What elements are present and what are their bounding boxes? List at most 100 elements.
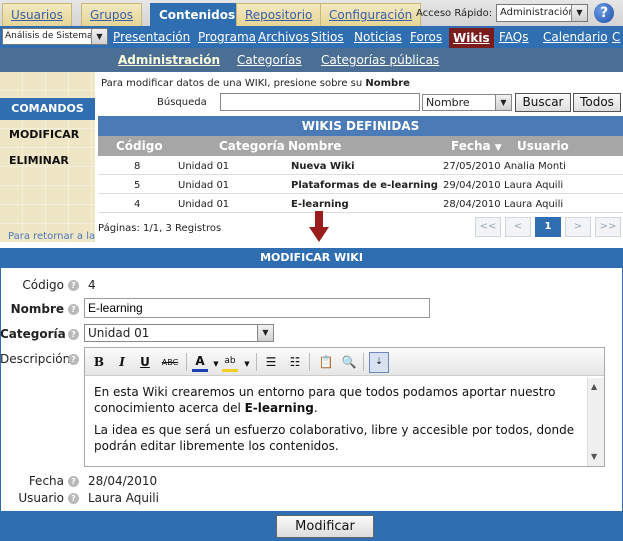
description-text: En esta Wiki crearemos un entorno para q…: [94, 385, 556, 415]
col-codigo[interactable]: Código: [116, 139, 163, 153]
fecha-label: Fecha: [28, 474, 64, 488]
source-icon[interactable]: ⇣: [369, 352, 389, 373]
page-first-button[interactable]: <<: [475, 217, 501, 237]
nav-noticias[interactable]: Noticias: [354, 30, 402, 44]
search-label: Búsqueda: [157, 97, 207, 108]
italic-icon[interactable]: I: [114, 355, 130, 369]
row-fecha: 28/04/2010: [443, 199, 501, 210]
nav-archivos[interactable]: Archivos: [258, 30, 309, 44]
font-color-icon[interactable]: A: [192, 355, 208, 372]
subnav-administracion[interactable]: Administración: [118, 53, 220, 67]
subnav-categorias[interactable]: Categorías: [237, 53, 302, 67]
subsection-nav-bar: [0, 48, 623, 72]
row-nombre-link[interactable]: Nueva Wiki: [291, 161, 355, 172]
underline-icon[interactable]: U: [137, 355, 153, 369]
paste-icon[interactable]: 📋: [318, 355, 334, 369]
description-paragraph: En esta Wiki crearemos un entorno para q…: [94, 384, 589, 416]
tab-repositorio[interactable]: Repositorio: [236, 3, 322, 26]
toolbar-separator: [256, 353, 257, 371]
nombre-input[interactable]: [84, 298, 430, 318]
help-icon[interactable]: ?: [68, 354, 79, 365]
help-icon[interactable]: ?: [68, 304, 79, 315]
quick-access-select[interactable]: Administración ▼: [496, 4, 588, 22]
toolbar-separator: [186, 353, 187, 371]
col-categoria[interactable]: Categoría: [219, 139, 285, 153]
codigo-value: 4: [88, 278, 96, 292]
page-next-button[interactable]: >: [565, 217, 591, 237]
page-prev-button[interactable]: <: [505, 217, 531, 237]
search-button[interactable]: Buscar: [515, 93, 571, 112]
row-usuario: Laura Aquili: [504, 199, 564, 210]
bold-icon[interactable]: B: [91, 355, 107, 369]
nav-programa[interactable]: Programa: [198, 30, 256, 44]
search-field-value: Nombre: [426, 96, 470, 109]
editor-scrollbar[interactable]: ▲ ▼: [587, 378, 604, 466]
command-eliminar[interactable]: ELIMINAR: [9, 154, 69, 167]
search-field-select[interactable]: Nombre ▼: [422, 94, 512, 111]
app-window: Usuarios Grupos Contenidos Repositorio C…: [0, 0, 623, 541]
help-icon[interactable]: ?: [68, 280, 79, 291]
red-down-arrow-icon: [309, 211, 329, 242]
quick-access-label: Acceso Rápido:: [416, 8, 493, 19]
modify-button[interactable]: Modificar: [276, 515, 374, 538]
help-icon[interactable]: ?: [594, 3, 614, 23]
nav-presentacion[interactable]: Presentación: [113, 30, 190, 44]
return-link[interactable]: Para retornar a la: [8, 231, 95, 242]
chevron-down-icon[interactable]: ▼: [239, 360, 255, 368]
categoria-select[interactable]: Unidad 01 ▼: [84, 324, 274, 342]
modify-wiki-heading: MODIFICAR WIKI: [0, 248, 623, 268]
toolbar-separator: [363, 353, 364, 371]
description-text: .: [313, 401, 318, 415]
row-categoria: Unidad 01: [178, 161, 230, 172]
find-icon[interactable]: 🔍: [341, 355, 357, 369]
site-select-value: Análisis de Sistemas: [5, 31, 98, 41]
tab-configuracion[interactable]: Configuración: [320, 3, 422, 26]
col-usuario[interactable]: Usuario: [517, 139, 569, 153]
numbered-list-icon[interactable]: ☷: [287, 355, 303, 369]
tab-contenidos[interactable]: Contenidos: [150, 3, 245, 26]
nav-foros[interactable]: Foros: [410, 30, 442, 44]
sort-desc-icon: ▼: [494, 143, 502, 153]
nav-faqs[interactable]: FAQs: [499, 30, 529, 44]
page-last-button[interactable]: >>: [595, 217, 621, 237]
nombre-label: Nombre: [10, 302, 64, 316]
nav-wikis[interactable]: Wikis: [449, 28, 494, 48]
row-usuario: Laura Aquili: [504, 180, 564, 191]
tab-grupos[interactable]: Grupos: [81, 3, 143, 26]
row-nombre-link[interactable]: E-learning: [291, 199, 349, 210]
categoria-label: Categoría: [0, 327, 66, 341]
nav-calendario[interactable]: Calendario: [543, 30, 608, 44]
fecha-value: 28/04/2010: [88, 474, 158, 488]
usuario-value: Laura Aquili: [88, 491, 159, 505]
show-all-button[interactable]: Todos: [573, 93, 621, 112]
row-usuario: Analia Monti: [504, 161, 566, 172]
chevron-down-icon: ▼: [495, 95, 511, 110]
toolbar-separator: [309, 353, 310, 371]
nav-sitios[interactable]: Sitios: [311, 30, 344, 44]
help-icon[interactable]: ?: [68, 329, 79, 340]
categoria-value: Unidad 01: [88, 326, 150, 340]
row-codigo: 5: [134, 180, 141, 191]
page-1-button[interactable]: 1: [535, 217, 561, 237]
command-modificar[interactable]: MODIFICAR: [9, 128, 79, 141]
nav-more[interactable]: C: [612, 30, 620, 44]
subnav-categorias-publicas[interactable]: Categorías públicas: [321, 53, 439, 67]
help-icon[interactable]: ?: [68, 476, 79, 487]
quick-access-value: Administración: [500, 7, 575, 18]
site-select[interactable]: Análisis de Sistemas ▼: [2, 28, 108, 45]
row-nombre-link[interactable]: Plataformas de e-learning: [291, 180, 438, 191]
scroll-down-icon[interactable]: ▼: [591, 452, 597, 461]
row-codigo: 4: [134, 199, 141, 210]
search-input[interactable]: [220, 93, 420, 111]
help-icon[interactable]: ?: [68, 493, 79, 504]
highlight-icon[interactable]: ab: [222, 355, 238, 372]
tab-usuarios[interactable]: Usuarios: [2, 3, 72, 26]
strikethrough-icon[interactable]: ABC: [160, 358, 180, 367]
description-content[interactable]: En esta Wiki crearemos un entorno para q…: [94, 384, 589, 460]
wikis-table-title: WIKIS DEFINIDAS: [98, 116, 623, 136]
scroll-up-icon[interactable]: ▲: [591, 382, 597, 391]
col-nombre[interactable]: Nombre: [288, 139, 341, 153]
col-fecha[interactable]: Fecha ▼: [451, 139, 502, 153]
chevron-down-icon: ▼: [571, 5, 587, 21]
bullet-list-icon[interactable]: ☰: [263, 355, 279, 369]
